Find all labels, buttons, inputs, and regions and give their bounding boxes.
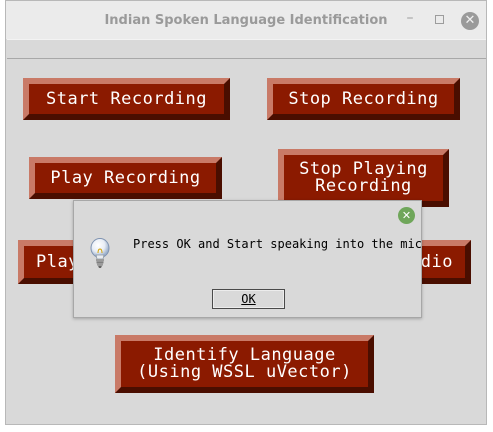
app-window: Indian Spoken Language Identification – … bbox=[5, 0, 487, 425]
play-recording-button[interactable]: Play Recording bbox=[29, 157, 222, 199]
info-dialog: ✕ Press OK and Start speaking into the m… bbox=[73, 200, 422, 318]
window-close-button[interactable]: ✕ bbox=[461, 12, 479, 30]
identify-language-button[interactable]: Identify Language (Using WSSL uVector) bbox=[115, 335, 374, 393]
menu-bar bbox=[7, 39, 486, 59]
stop-recording-button[interactable]: Stop Recording bbox=[267, 78, 460, 120]
stop-playing-recording-button[interactable]: Stop Playing Recording bbox=[278, 149, 449, 207]
ok-button[interactable]: OK bbox=[212, 289, 285, 309]
start-recording-button[interactable]: Start Recording bbox=[23, 78, 230, 120]
dialog-close-button[interactable]: ✕ bbox=[398, 207, 415, 224]
title-bar[interactable]: Indian Spoken Language Identification – … bbox=[6, 1, 486, 39]
dialog-message: Press OK and Start speaking into the mic bbox=[133, 237, 422, 251]
maximize-button[interactable] bbox=[435, 15, 444, 24]
minimize-button[interactable]: – bbox=[403, 11, 417, 25]
lightbulb-icon bbox=[90, 238, 110, 270]
